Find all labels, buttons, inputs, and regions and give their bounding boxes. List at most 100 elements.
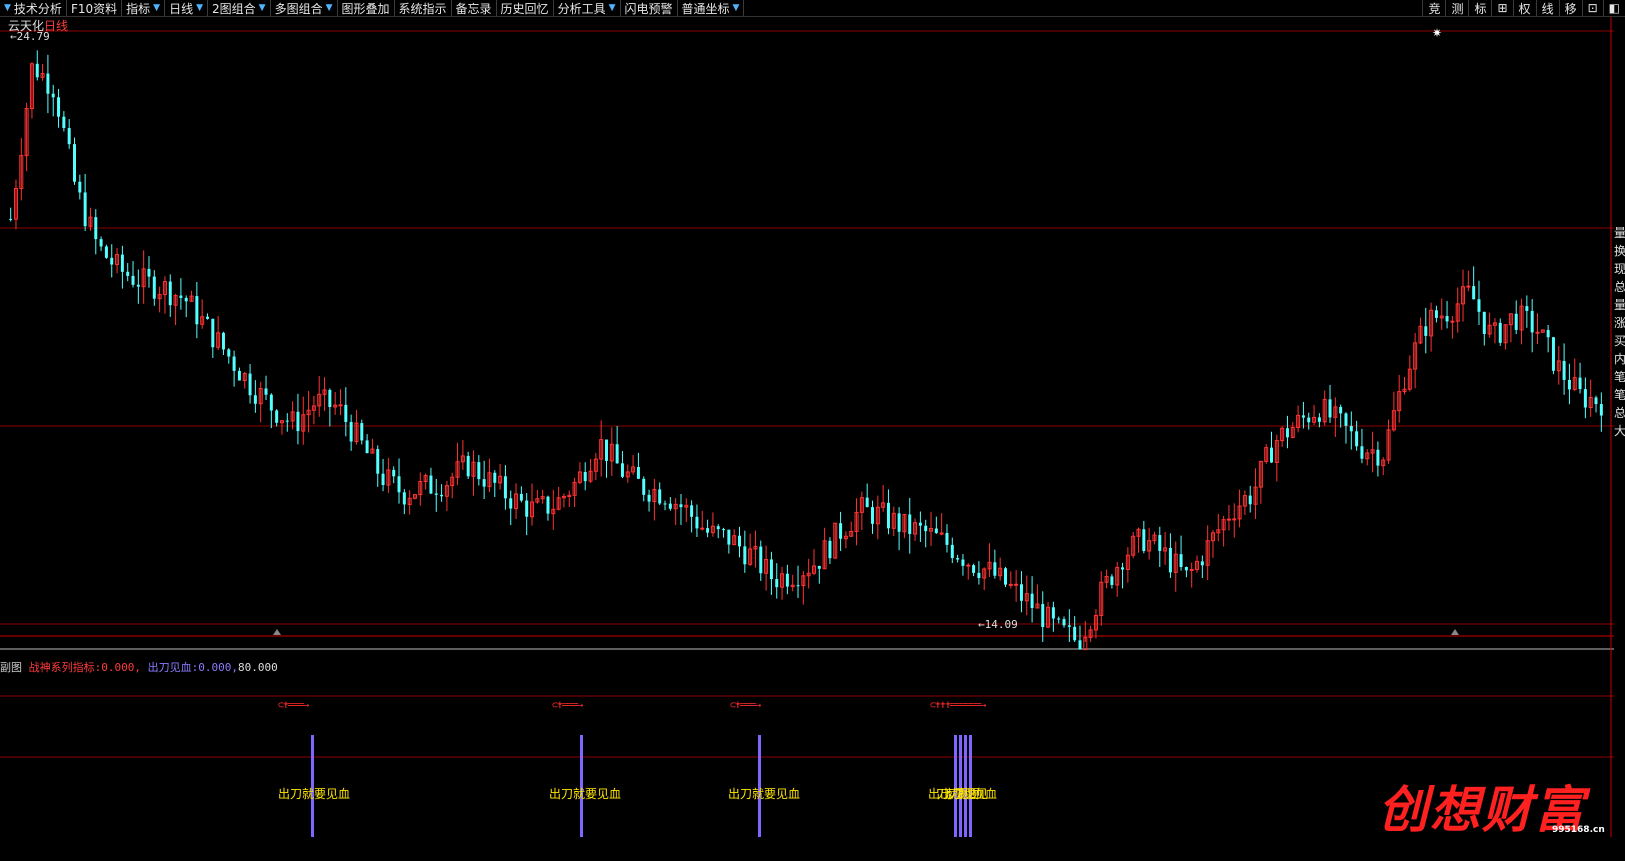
toolbar-item-10[interactable]: 分析工具 ▼: [554, 0, 621, 16]
candle-body: [897, 513, 901, 532]
toolbar-right-button-5[interactable]: 线: [1535, 0, 1559, 16]
candle-body: [918, 522, 922, 526]
candle-body: [1285, 428, 1289, 438]
toolbar-item-5[interactable]: 多图组合 ▼: [271, 0, 338, 16]
signal-text: 出刀就要见血: [940, 787, 997, 801]
toolbar-right-button-0[interactable]: 竞: [1422, 0, 1445, 16]
candle-body: [381, 473, 385, 486]
candle-body: [1110, 576, 1114, 585]
toolbar-item-label: F10资料: [70, 1, 118, 16]
candle-body: [1530, 310, 1534, 333]
candle-body: [1551, 337, 1555, 371]
candle-body: [179, 295, 183, 298]
chevron-down-icon: ▼: [608, 3, 616, 13]
candle-body: [945, 533, 949, 545]
right-strip-item-10: 总: [1614, 406, 1625, 420]
candle-body: [1158, 535, 1162, 551]
knife-icon: ⊂✝═══→: [278, 700, 309, 711]
candle-body: [264, 388, 268, 395]
candle-body: [1355, 431, 1359, 447]
candle-body: [775, 579, 779, 588]
toolbar-right-button-4[interactable]: 权: [1512, 0, 1536, 16]
candle-body: [1567, 379, 1571, 390]
toolbar-item-8[interactable]: 备忘录: [452, 0, 497, 16]
candle-body: [642, 478, 646, 495]
candle-body: [759, 546, 763, 574]
candle-body: [1349, 425, 1353, 432]
candle-body: [338, 404, 343, 407]
toolbar-item-9[interactable]: 历史回忆: [497, 0, 554, 16]
chevron-down-icon: ▼: [258, 3, 266, 13]
candle-body: [700, 527, 705, 530]
right-strip-item-0: 量: [1614, 226, 1625, 240]
toolbar-item-label: 备忘录: [455, 1, 492, 16]
toolbar-item-label: 历史回忆: [500, 1, 549, 16]
candle-body: [349, 421, 353, 442]
candle-body: [1226, 518, 1231, 521]
toolbar-item-0[interactable]: ▼ 技术分析: [0, 0, 67, 16]
candle-body: [1004, 568, 1007, 585]
right-info-strip: 量换现总量涨买内笔笔总大: [1614, 224, 1625, 440]
candle-body: [83, 192, 87, 227]
candle-body: [690, 505, 694, 517]
stock-name: 云天化: [8, 19, 45, 33]
toolbar-item-label: 多图组合: [274, 1, 323, 16]
candle-body: [269, 394, 273, 411]
toolbar-item-1[interactable]: F10资料: [67, 0, 123, 16]
candle-body: [839, 523, 843, 539]
candle-body: [525, 500, 529, 517]
candle-body: [615, 444, 619, 464]
toolbar-item-2[interactable]: 指标 ▼: [122, 0, 166, 16]
sub-chart-name[interactable]: 副图: [0, 661, 22, 674]
candle-body: [1360, 446, 1364, 459]
toolbar-item-11[interactable]: 闪电预警: [621, 0, 678, 16]
candle-body: [961, 559, 965, 566]
chevron-down-icon: ▼: [4, 3, 11, 13]
toolbar-right: 竞测标 ⊞ 权线移 ⊡ ◧: [1422, 0, 1625, 16]
candle-body: [1189, 568, 1194, 571]
toolbar-item-3[interactable]: 日线 ▼: [165, 0, 208, 16]
candle-body: [206, 316, 209, 319]
right-strip-item-5: 涨: [1614, 316, 1625, 330]
low-price-marker: ←14.09: [978, 618, 1018, 631]
candle-body: [46, 73, 50, 94]
candle-body: [583, 472, 587, 482]
candle-body: [1525, 306, 1529, 311]
candle-body: [1184, 566, 1188, 571]
toolbar-right-button-1[interactable]: 测: [1445, 0, 1468, 16]
period-label: 日线: [44, 19, 69, 33]
candle-body: [679, 504, 683, 508]
candle-body: [1301, 415, 1305, 418]
candle-body: [1535, 331, 1540, 334]
candle-body: [769, 559, 773, 580]
candle-body: [1466, 285, 1471, 288]
candle-body: [1445, 316, 1449, 322]
candle-body: [706, 528, 710, 533]
candle-body: [519, 493, 523, 501]
signal-text: 出刀就要见血: [278, 787, 351, 801]
indicator-value: 0.000,: [101, 661, 141, 674]
toolbar-right-button-2[interactable]: 标: [1468, 0, 1491, 16]
candle-body: [493, 472, 497, 483]
toolbar-item-12[interactable]: 普通坐标 ▼: [678, 0, 745, 16]
candle-body: [509, 498, 513, 509]
toolbar-right-button-3[interactable]: ⊞: [1491, 0, 1512, 16]
candle-body: [636, 466, 640, 479]
candle-body: [227, 349, 231, 357]
toolbar-item-label: 分析工具: [557, 1, 606, 16]
candle-body: [360, 423, 364, 441]
toolbar-right-button-8[interactable]: ◧: [1602, 0, 1625, 16]
toolbar-item-7[interactable]: 系统指示: [395, 0, 452, 16]
top-toolbar: ▼ 技术分析 F10资料 指标 ▼ 日线 ▼ 2图组合 ▼ 多图组合 ▼ 图形叠加 系统指示 备忘录 历史回…: [0, 0, 1625, 17]
toolbar-item-6[interactable]: 图形叠加: [338, 0, 395, 16]
candle-body: [727, 529, 731, 545]
candle-body: [1168, 547, 1172, 573]
toolbar-item-4[interactable]: 2图组合 ▼: [208, 0, 271, 16]
toolbar-right-button-6[interactable]: 移: [1558, 0, 1582, 16]
candle-body: [716, 526, 720, 530]
chevron-down-icon: ▼: [732, 3, 740, 13]
kline-chart[interactable]: ←24.79←14.09✷: [0, 17, 1614, 837]
candle-body: [51, 93, 55, 98]
candle-body: [126, 271, 130, 276]
toolbar-right-button-7[interactable]: ⊡: [1581, 0, 1603, 16]
